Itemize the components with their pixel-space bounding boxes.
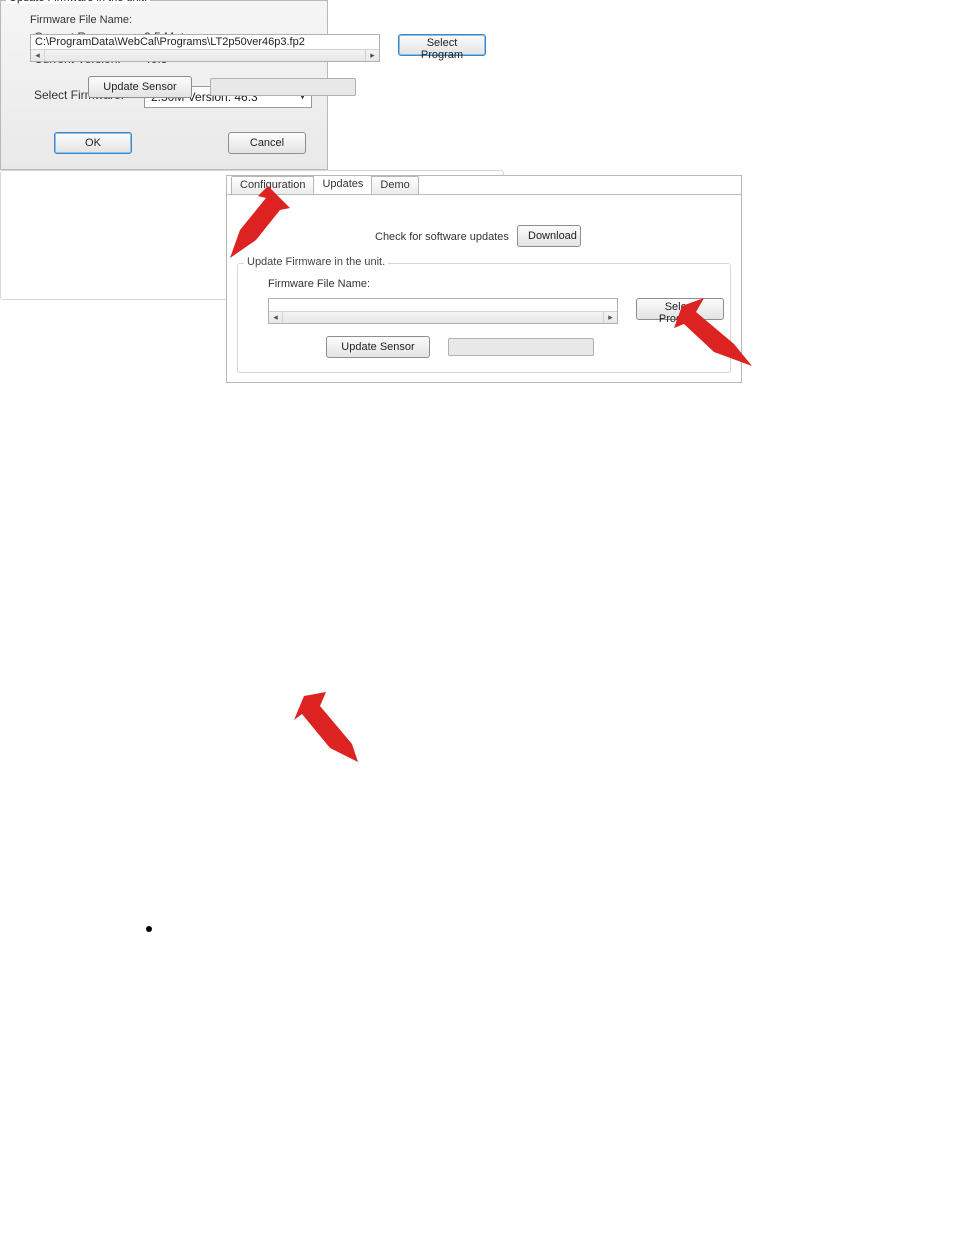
update-firmware-group: Update Firmware in the unit. Firmware Fi… [237, 263, 731, 373]
group-title-2: Update Firmware in the unit. [6, 0, 150, 4]
horizontal-scrollbar[interactable]: ◂ ▸ [269, 311, 617, 323]
select-program-button[interactable]: Select Program [636, 298, 724, 320]
ok-button[interactable]: OK [54, 132, 132, 154]
tab-updates[interactable]: Updates [313, 175, 372, 194]
download-button[interactable]: Download [517, 225, 581, 247]
update-sensor-button-2[interactable]: Update Sensor [88, 76, 192, 98]
firmware-file-field-2[interactable]: C:\ProgramData\WebCal\Programs\LT2p50ver… [30, 34, 380, 62]
bullet-dot [146, 926, 152, 932]
horizontal-scrollbar-2[interactable]: ◂ ▸ [31, 49, 379, 61]
firmware-file-label-2: Firmware File Name: [30, 14, 132, 26]
tab-demo[interactable]: Demo [371, 176, 418, 195]
scroll-right-icon-2[interactable]: ▸ [365, 50, 379, 61]
updates-tab-panel: Configuration Updates Demo Check for sof… [226, 175, 742, 383]
tab-page-updates: Check for software updates Download Upda… [227, 194, 741, 382]
update-progress-bar [448, 338, 594, 356]
scroll-right-icon[interactable]: ▸ [603, 312, 617, 323]
firmware-file-value-2: C:\ProgramData\WebCal\Programs\LT2p50ver… [35, 36, 375, 50]
update-sensor-button[interactable]: Update Sensor [326, 336, 430, 358]
update-progress-bar-2 [210, 78, 356, 96]
select-program-button-2[interactable]: Select Program [398, 34, 486, 56]
firmware-file-field[interactable]: ◂ ▸ [268, 298, 618, 324]
red-arrow-to-update-sensor [286, 692, 376, 772]
check-updates-label: Check for software updates [375, 231, 509, 243]
cancel-button[interactable]: Cancel [228, 132, 306, 154]
firmware-file-label: Firmware File Name: [268, 278, 370, 290]
tab-configuration[interactable]: Configuration [231, 176, 314, 195]
scroll-left-icon-2[interactable]: ◂ [31, 50, 45, 61]
tab-strip: Configuration Updates Demo [231, 175, 418, 194]
group-title: Update Firmware in the unit. [244, 256, 388, 268]
scroll-left-icon[interactable]: ◂ [269, 312, 283, 323]
